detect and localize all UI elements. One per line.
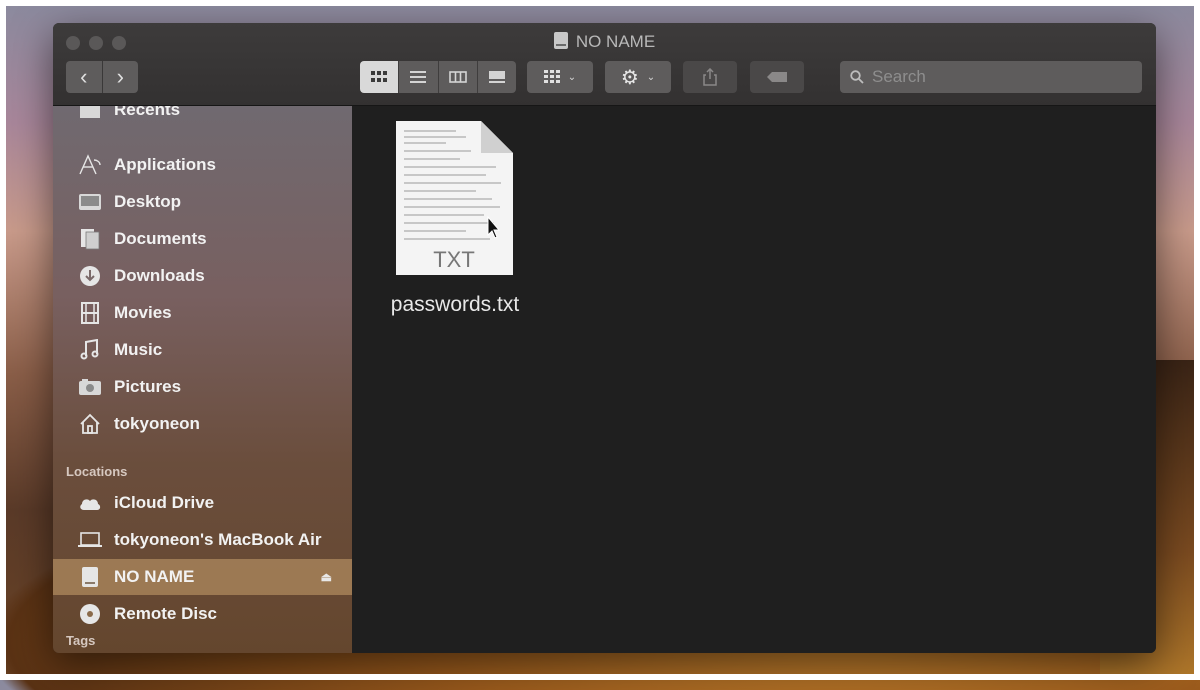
file-type-badge: TXT [433,247,475,272]
column-view-icon [448,71,467,83]
sidebar-item-label: NO NAME [114,567,195,586]
group-grid-icon [543,70,560,83]
pictures-icon [78,375,102,399]
finder-window: NO NAME ‹ › ⌄ ⚙ ⌄ Search Recents Applica… [53,23,1156,653]
chevron-down-icon: ⌄ [646,71,656,83]
sidebar-item-desktop[interactable]: Desktop [53,184,352,220]
text-file-icon: TXT [396,121,513,275]
gallery-view-icon [488,71,505,83]
sidebar-item-applications[interactable]: Applications [53,147,352,183]
movies-icon [78,301,102,325]
eject-icon[interactable]: ⏏ [321,570,332,584]
navigation-buttons: ‹ › [66,61,138,93]
forward-button[interactable]: › [102,61,138,93]
icloud-icon [78,491,102,515]
file-name: passwords.txt [390,293,520,316]
search-icon [850,70,864,84]
drive-icon [553,32,568,49]
chevron-down-icon: ⌄ [567,71,577,83]
view-mode-control [360,61,516,93]
home-icon [78,412,102,436]
sidebar-item-label: Pictures [114,377,182,396]
documents-icon [78,227,102,251]
sidebar-item-label: Desktop [114,192,182,211]
music-icon [78,338,102,362]
sidebar-item-no-name[interactable]: NO NAME ⏏ [53,559,352,595]
group-by-button[interactable]: ⌄ [527,61,593,93]
sidebar-item-home[interactable]: tokyoneon [53,406,352,442]
list-view-button[interactable] [399,61,439,93]
file-browser-area: TXT passwords.txt [352,106,1156,653]
sidebar-item-recents[interactable]: Recents [53,106,352,128]
share-icon [703,68,717,86]
sidebar-item-label: tokyoneon [114,414,200,433]
sidebar: Recents Applications Desktop Documents D… [53,106,352,653]
sidebar-item-label: Recents [114,106,181,119]
sidebar-item-remote-disc[interactable]: Remote Disc [53,596,352,632]
icon-view-button[interactable] [360,61,400,93]
window-title: NO NAME [53,32,1156,52]
sidebar-item-pictures[interactable]: Pictures [53,369,352,405]
drive-icon [78,565,102,589]
tags-header: Tags [66,633,96,648]
tag-icon [767,72,787,82]
window-title-text: NO NAME [575,32,656,51]
sidebar-item-downloads[interactable]: Downloads [53,258,352,294]
sidebar-item-label: iCloud Drive [114,493,215,512]
sidebar-item-label: Documents [114,229,207,248]
sidebar-item-label: Remote Disc [114,604,217,623]
locations-header: Locations [66,464,128,479]
applications-icon [78,153,102,177]
title-bar: NO NAME ‹ › ⌄ ⚙ ⌄ [53,23,1156,106]
sidebar-item-movies[interactable]: Movies [53,295,352,331]
desktop-icon [78,190,102,214]
gallery-view-button[interactable] [477,61,516,93]
edit-tags-button[interactable] [750,61,804,93]
file-item[interactable]: TXT passwords.txt [380,121,530,316]
column-view-button[interactable] [438,61,478,93]
action-menu-button[interactable]: ⚙ ⌄ [605,61,671,93]
sidebar-item-label: Movies [114,303,172,322]
sidebar-item-label: Music [114,340,163,359]
sidebar-item-label: Applications [114,155,217,174]
disc-icon [78,602,102,626]
recents-icon [78,106,102,122]
sidebar-item-documents[interactable]: Documents [53,221,352,257]
icon-view-icon [371,71,388,82]
laptop-icon [78,528,102,552]
downloads-icon [78,264,102,288]
sidebar-item-music[interactable]: Music [53,332,352,368]
search-field[interactable] [840,61,1142,93]
share-button[interactable] [683,61,737,93]
sidebar-item-label: Downloads [114,266,205,285]
list-view-icon [410,71,427,83]
search-input[interactable] [870,66,1124,88]
sidebar-item-icloud-drive[interactable]: iCloud Drive [53,485,352,521]
sidebar-item-macbook-air[interactable]: tokyoneon's MacBook Air [53,522,352,558]
gear-icon: ⚙ [620,66,639,89]
back-button[interactable]: ‹ [66,61,103,93]
sidebar-item-label: tokyoneon's MacBook Air [114,530,322,549]
